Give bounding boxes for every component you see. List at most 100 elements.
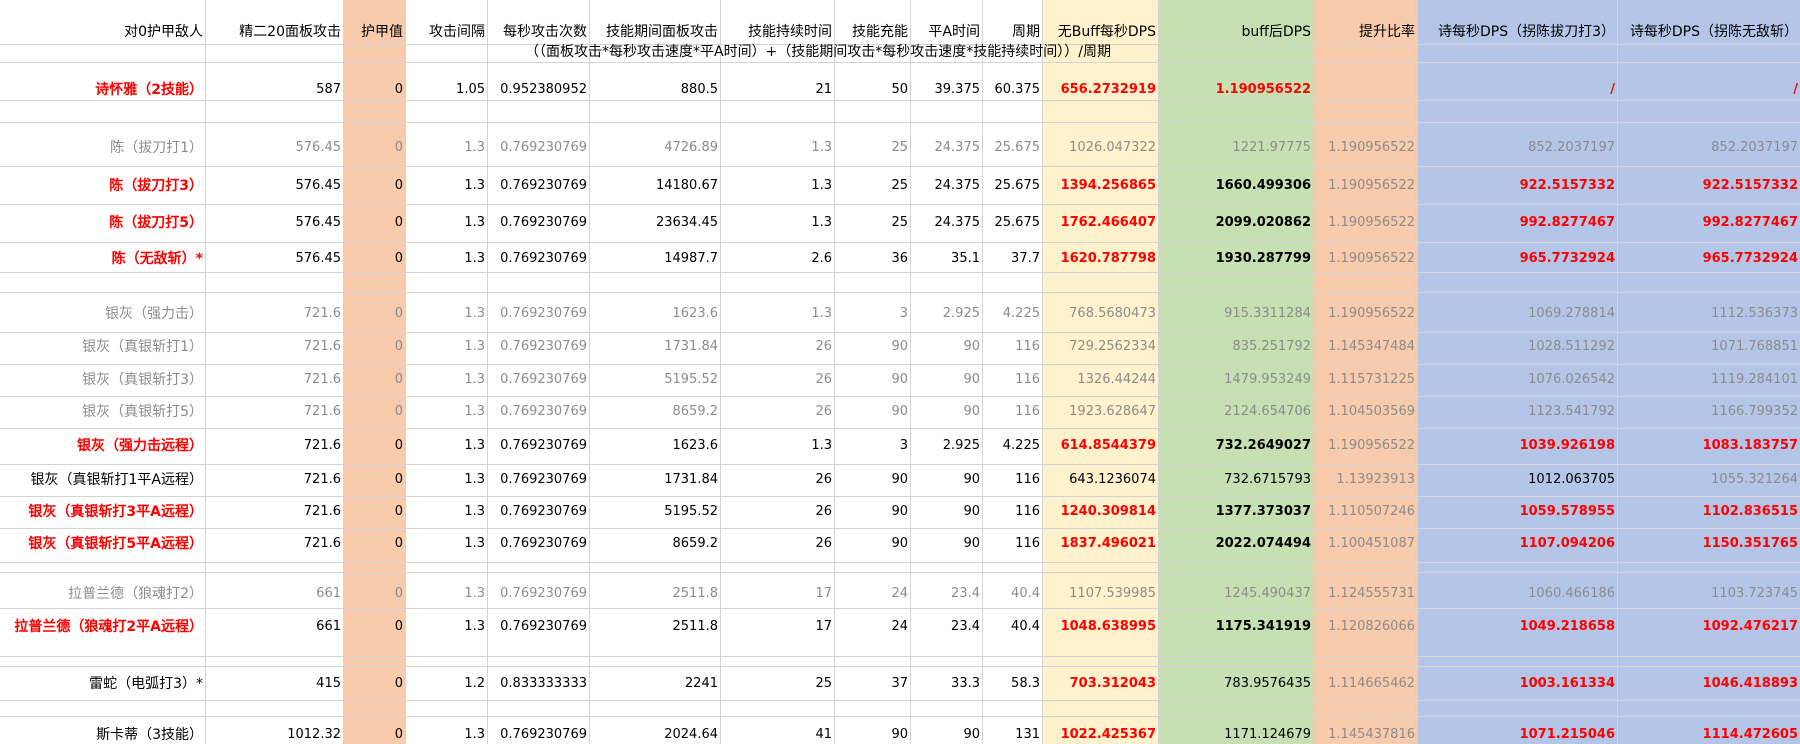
table-cell[interactable]: 39.375 (910, 82, 982, 98)
table-cell[interactable]: 587 (205, 82, 343, 98)
table-cell[interactable]: 90 (834, 536, 910, 552)
table-cell[interactable]: 1166.799352 (1617, 404, 1800, 420)
header-cell[interactable]: 技能期间面板攻击 (589, 24, 720, 40)
table-cell[interactable]: 922.5157332 (1617, 178, 1800, 194)
table-cell[interactable]: 0.952380952 (487, 82, 589, 98)
table-cell[interactable]: 116 (982, 339, 1042, 355)
table-cell[interactable]: 1240.309814 (1042, 504, 1158, 520)
table-cell[interactable]: 0 (343, 372, 405, 388)
table-cell[interactable]: 1.190956522 (1313, 215, 1417, 231)
table-cell[interactable]: 116 (982, 404, 1042, 420)
table-cell[interactable]: 25.675 (982, 140, 1042, 156)
table-cell[interactable]: 1022.425367 (1042, 727, 1158, 743)
row-label[interactable]: 斯卡蒂（3技能） (0, 727, 205, 743)
table-cell[interactable]: 0 (343, 251, 405, 267)
table-cell[interactable]: 415 (205, 676, 343, 692)
table-cell[interactable]: 768.5680473 (1042, 306, 1158, 322)
table-cell[interactable]: 1930.287799 (1158, 251, 1313, 267)
row-label[interactable]: 陈（拔刀打3） (0, 178, 205, 194)
header-cell[interactable]: buff后DPS (1158, 24, 1313, 40)
table-cell[interactable]: 1.13923913 (1313, 472, 1417, 488)
table-cell[interactable]: 1055.321264 (1617, 472, 1800, 488)
table-cell[interactable]: 23634.45 (589, 215, 720, 231)
table-cell[interactable]: 835.251792 (1158, 339, 1313, 355)
row-label[interactable]: 银灰（真银斩打5平A远程） (0, 536, 205, 552)
table-cell[interactable]: 33.3 (910, 676, 982, 692)
header-cell[interactable]: 护甲值 (343, 24, 405, 40)
table-cell[interactable]: 721.6 (205, 536, 343, 552)
table-cell[interactable]: 21 (720, 82, 834, 98)
table-cell[interactable]: 1.3 (405, 215, 487, 231)
row-label[interactable]: 雷蛇（电弧打3）* (0, 676, 205, 692)
table-cell[interactable]: 116 (982, 504, 1042, 520)
table-cell[interactable]: 14987.7 (589, 251, 720, 267)
table-cell[interactable]: 1.114665462 (1313, 676, 1417, 692)
table-cell[interactable]: 1.3 (405, 339, 487, 355)
table-cell[interactable]: 783.9576435 (1158, 676, 1313, 692)
header-cell[interactable]: 攻击间隔 (405, 24, 487, 40)
table-cell[interactable]: 1.104503569 (1313, 404, 1417, 420)
table-cell[interactable]: 2241 (589, 676, 720, 692)
table-cell[interactable]: 1003.161334 (1417, 676, 1617, 692)
header-cell[interactable]: 平A时间 (910, 24, 982, 40)
table-cell[interactable]: 2511.8 (589, 586, 720, 602)
table-cell[interactable]: 90 (910, 536, 982, 552)
table-cell[interactable]: 1.100451087 (1313, 536, 1417, 552)
table-cell[interactable]: 965.7732924 (1417, 251, 1617, 267)
row-label[interactable]: 银灰（真银斩打1） (0, 339, 205, 355)
table-cell[interactable]: 0.769230769 (487, 619, 589, 635)
table-cell[interactable]: 26 (720, 339, 834, 355)
table-cell[interactable]: 1069.278814 (1417, 306, 1617, 322)
table-cell[interactable]: 1.3 (405, 178, 487, 194)
table-cell[interactable]: 90 (910, 404, 982, 420)
table-cell[interactable]: 1.3 (405, 536, 487, 552)
table-cell[interactable]: 1102.836515 (1617, 504, 1800, 520)
table-cell[interactable]: 852.2037197 (1617, 140, 1800, 156)
table-cell[interactable]: 0.769230769 (487, 372, 589, 388)
table-cell[interactable]: 721.6 (205, 306, 343, 322)
table-cell[interactable]: 0.769230769 (487, 404, 589, 420)
table-cell[interactable]: 2.925 (910, 438, 982, 454)
header-cell[interactable]: 诗每秒DPS（拐陈拔刀打3） (1417, 24, 1617, 40)
table-cell[interactable]: 90 (834, 472, 910, 488)
table-cell[interactable]: 1150.351765 (1617, 536, 1800, 552)
header-cell[interactable]: 对0护甲敌人 (0, 24, 205, 40)
table-cell[interactable]: 1175.341919 (1158, 619, 1313, 635)
table-cell[interactable]: 0 (343, 140, 405, 156)
table-cell[interactable]: 90 (910, 727, 982, 743)
table-cell[interactable]: 1.190956522 (1313, 306, 1417, 322)
table-cell[interactable]: 1026.047322 (1042, 140, 1158, 156)
table-cell[interactable]: 1.3 (405, 306, 487, 322)
table-cell[interactable]: 915.3311284 (1158, 306, 1313, 322)
table-cell[interactable]: 1012.32 (205, 727, 343, 743)
table-cell[interactable]: 1112.536373 (1617, 306, 1800, 322)
table-cell[interactable]: 1.190956522 (1313, 251, 1417, 267)
table-cell[interactable]: 732.6715793 (1158, 472, 1313, 488)
table-cell[interactable]: 1083.183757 (1617, 438, 1800, 454)
row-label[interactable]: 银灰（强力击远程） (0, 438, 205, 454)
table-cell[interactable]: 0.769230769 (487, 215, 589, 231)
header-cell[interactable]: 精二20面板攻击 (205, 24, 343, 40)
table-cell[interactable]: 1731.84 (589, 339, 720, 355)
table-cell[interactable]: 90 (910, 372, 982, 388)
table-cell[interactable]: 1071.768851 (1617, 339, 1800, 355)
table-cell[interactable]: 0.769230769 (487, 178, 589, 194)
table-cell[interactable]: 0.769230769 (487, 438, 589, 454)
table-cell[interactable]: 90 (834, 339, 910, 355)
table-cell[interactable]: 23.4 (910, 586, 982, 602)
row-label[interactable]: 诗怀雅（2技能） (0, 82, 205, 98)
table-cell[interactable]: 1.3 (720, 140, 834, 156)
table-cell[interactable]: 41 (720, 727, 834, 743)
table-cell[interactable]: 0.769230769 (487, 140, 589, 156)
row-label[interactable]: 银灰（真银斩打3） (0, 372, 205, 388)
table-cell[interactable]: 0 (343, 306, 405, 322)
table-cell[interactable]: 1623.6 (589, 438, 720, 454)
table-cell[interactable]: 1.190956522 (1313, 438, 1417, 454)
table-cell[interactable]: 661 (205, 619, 343, 635)
table-cell[interactable]: 24.375 (910, 215, 982, 231)
table-cell[interactable]: 14180.67 (589, 178, 720, 194)
table-cell[interactable]: 0.769230769 (487, 536, 589, 552)
table-cell[interactable]: 0 (343, 404, 405, 420)
table-cell[interactable]: 1028.511292 (1417, 339, 1617, 355)
table-cell[interactable]: 1660.499306 (1158, 178, 1313, 194)
